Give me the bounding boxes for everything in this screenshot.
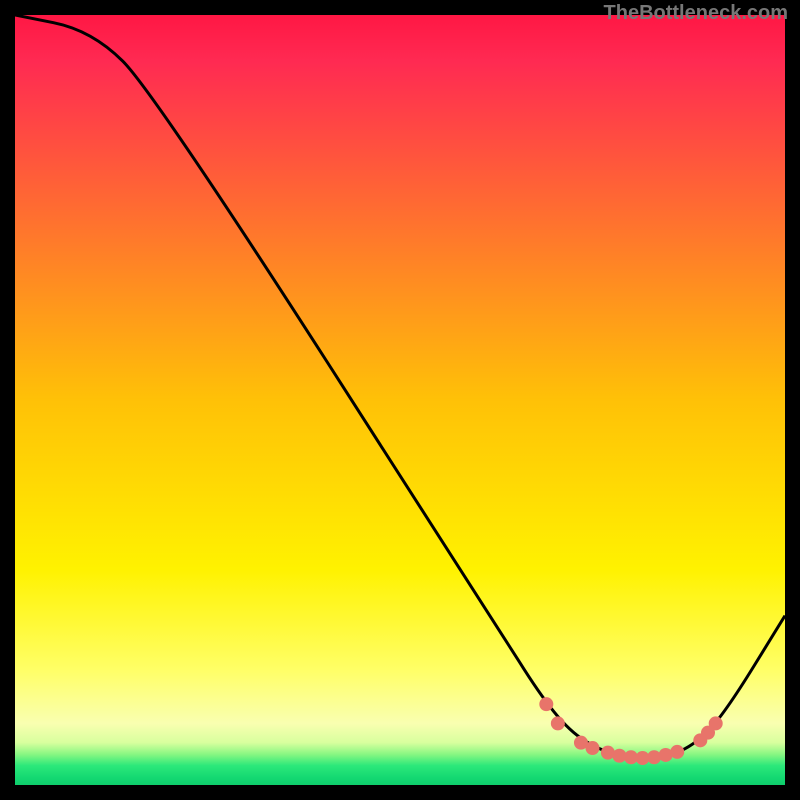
- data-point: [586, 741, 600, 755]
- data-point: [551, 716, 565, 730]
- data-point: [539, 697, 553, 711]
- data-point: [670, 745, 684, 759]
- data-points: [539, 697, 722, 765]
- data-point: [709, 716, 723, 730]
- bottleneck-curve: [15, 15, 785, 758]
- watermark-text: TheBottleneck.com: [604, 2, 788, 25]
- chart-container: [15, 15, 785, 785]
- data-point: [647, 750, 661, 764]
- curve-layer: [15, 15, 785, 785]
